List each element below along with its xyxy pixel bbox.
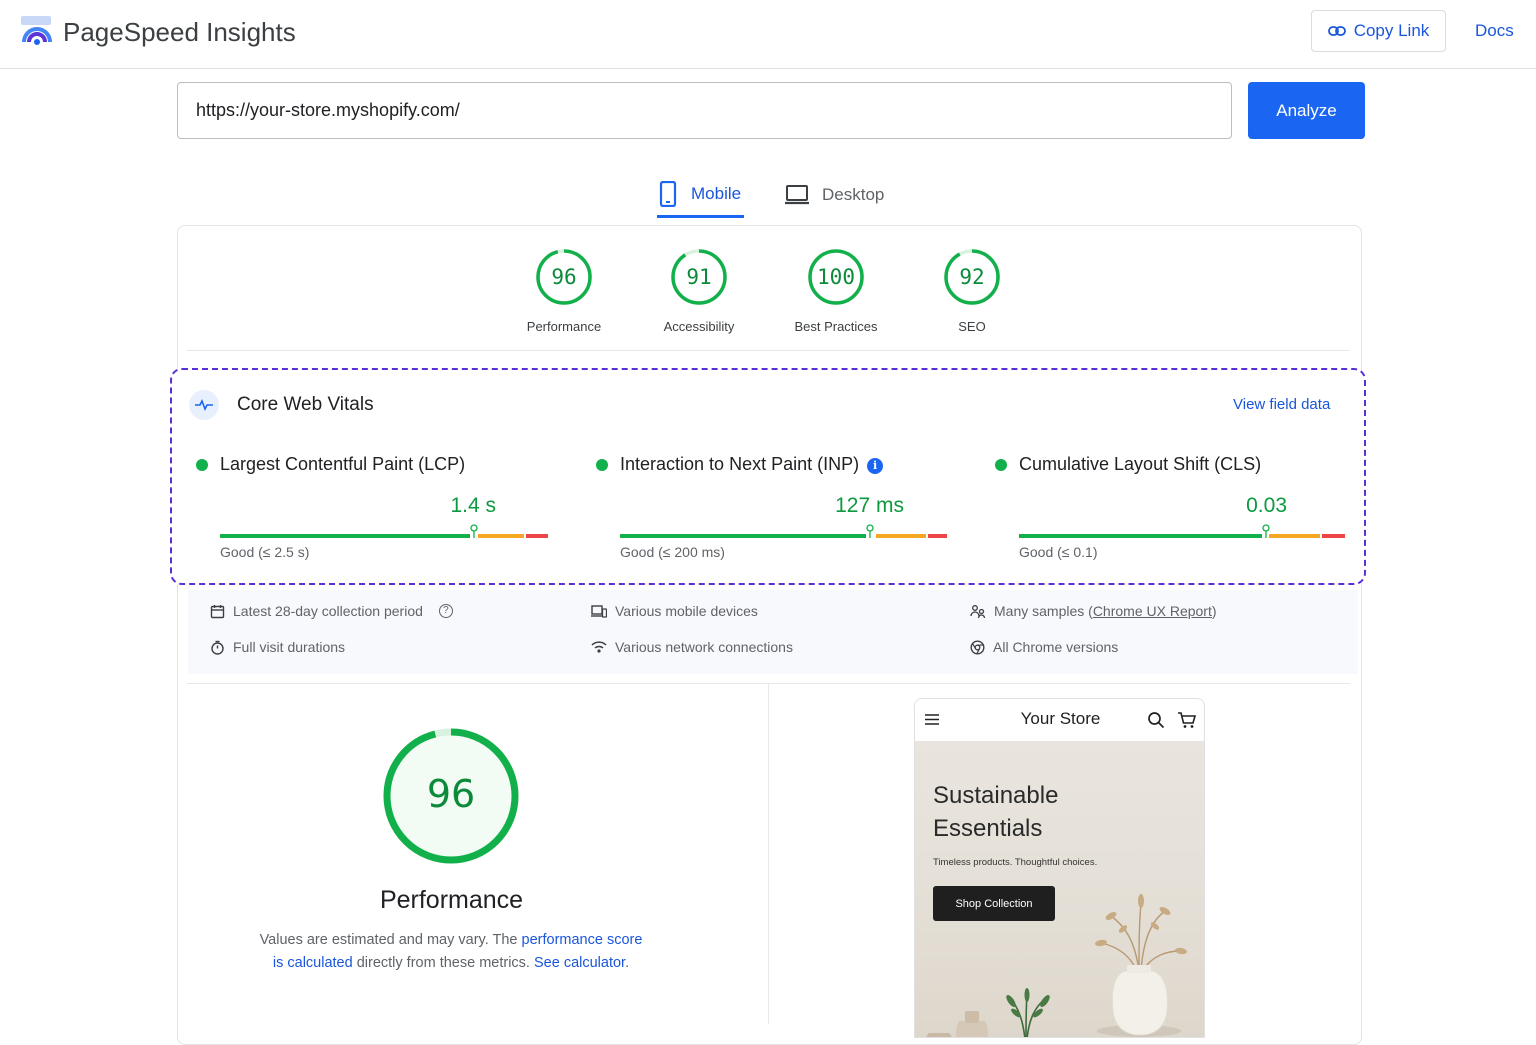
status-good-dot [596,459,608,471]
metric-threshold: Good (≤ 0.1) [1019,544,1098,560]
store-header: Your Store [915,699,1205,741]
info-devices: Various mobile devices [591,603,758,619]
info-collection-period: Latest 28-day collection period? [210,603,453,619]
copy-link-button[interactable]: Copy Link [1311,10,1446,52]
laptop-icon [784,184,810,206]
see-calculator-link[interactable]: See calculator [534,955,625,971]
status-good-dot [196,459,208,471]
score-value: 100 [781,265,891,289]
store-hero: Sustainable Essentials Timeless products… [915,741,1205,1038]
vases-plants-illustration [915,871,1205,1038]
tab-mobile[interactable]: Mobile [657,172,744,218]
calendar-icon [210,604,225,619]
copy-link-label: Copy Link [1354,21,1430,41]
page-screenshot-preview: Your Store Sustainable Essentials Timele… [914,698,1205,1038]
bar-needs-improvement-segment [1269,534,1320,538]
bar-poor-segment [526,534,548,538]
pulse-icon [189,390,219,420]
metric-value: 0.03 [1195,494,1287,518]
metric-threshold: Good (≤ 200 ms) [620,544,725,560]
value-marker-icon [866,524,874,538]
hero-subtitle: Timeless products. Thoughtful choices. [933,857,1097,868]
help-icon[interactable]: ? [439,604,453,618]
value-marker-icon [470,524,478,538]
value-marker-icon [1262,524,1270,538]
top-bar: PageSpeed Insights Copy Link Docs [0,0,1536,69]
metric-value: 127 ms [796,494,904,518]
score-accessibility[interactable]: 91 Accessibility [644,247,754,334]
bar-good-segment [620,534,866,538]
performance-description: Values are estimated and may vary. The p… [258,929,644,975]
divider [187,350,1350,351]
tab-mobile-label: Mobile [691,184,741,204]
bar-needs-improvement-segment [478,534,524,538]
bar-poor-segment [1322,534,1345,538]
bar-good-segment [1019,534,1262,538]
score-best-practices[interactable]: 100 Best Practices [781,247,891,334]
score-label: Accessibility [644,319,754,334]
hero-title: Sustainable Essentials [933,779,1133,845]
info-icon[interactable]: i [867,458,883,474]
metric-value: 1.4 s [396,494,496,518]
bar-poor-segment [928,534,947,538]
devices-icon [591,604,607,619]
pagespeed-logo-icon[interactable] [20,14,54,48]
bar-good-segment [220,534,470,538]
core-web-vitals-title: Core Web Vitals [237,394,374,416]
score-seo[interactable]: 92 SEO [917,247,1027,334]
stopwatch-icon [210,640,225,655]
wifi-icon [591,640,607,654]
metric-distribution-bar [1019,534,1347,538]
link-icon [1328,25,1346,37]
url-input[interactable] [177,82,1232,139]
divider [768,684,769,1024]
info-visit-durations: Full visit durations [210,639,345,655]
score-label: SEO [917,319,1027,334]
info-samples: Many samples (Chrome UX Report) [970,603,1217,619]
score-value: 92 [917,265,1027,289]
score-label: Best Practices [781,319,891,334]
metric-name: Largest Contentful Paint (LCP) [220,454,465,475]
cart-icon [1177,711,1197,729]
tab-desktop[interactable]: Desktop [784,172,884,218]
metric-threshold: Good (≤ 2.5 s) [220,544,309,560]
score-performance[interactable]: 96 Performance [509,247,619,334]
bar-needs-improvement-segment [876,534,926,538]
info-connections: Various network connections [591,639,793,655]
analyze-button[interactable]: Analyze [1248,82,1365,139]
metric-name: Cumulative Layout Shift (CLS) [1019,454,1261,475]
view-field-data-link[interactable]: View field data [1233,396,1330,413]
search-icon [1147,711,1165,729]
metric-distribution-bar [620,534,948,538]
performance-title: Performance [300,886,603,915]
docs-link[interactable]: Docs [1475,21,1514,41]
tab-desktop-label: Desktop [822,185,884,205]
mobile-phone-icon [657,181,679,207]
metric-distribution-bar [220,534,548,538]
app-title: PageSpeed Insights [63,17,296,48]
info-chrome-versions: All Chrome versions [970,639,1118,655]
status-good-dot [995,459,1007,471]
score-value: 96 [509,265,619,289]
score-label: Performance [509,319,619,334]
chrome-ux-report-link[interactable]: Chrome UX Report [1093,603,1212,619]
performance-score-value: 96 [382,772,520,816]
metric-name: Interaction to Next Paint (INP)i [620,454,883,475]
score-value: 91 [644,265,754,289]
chrome-icon [970,640,985,655]
users-icon [970,604,986,619]
